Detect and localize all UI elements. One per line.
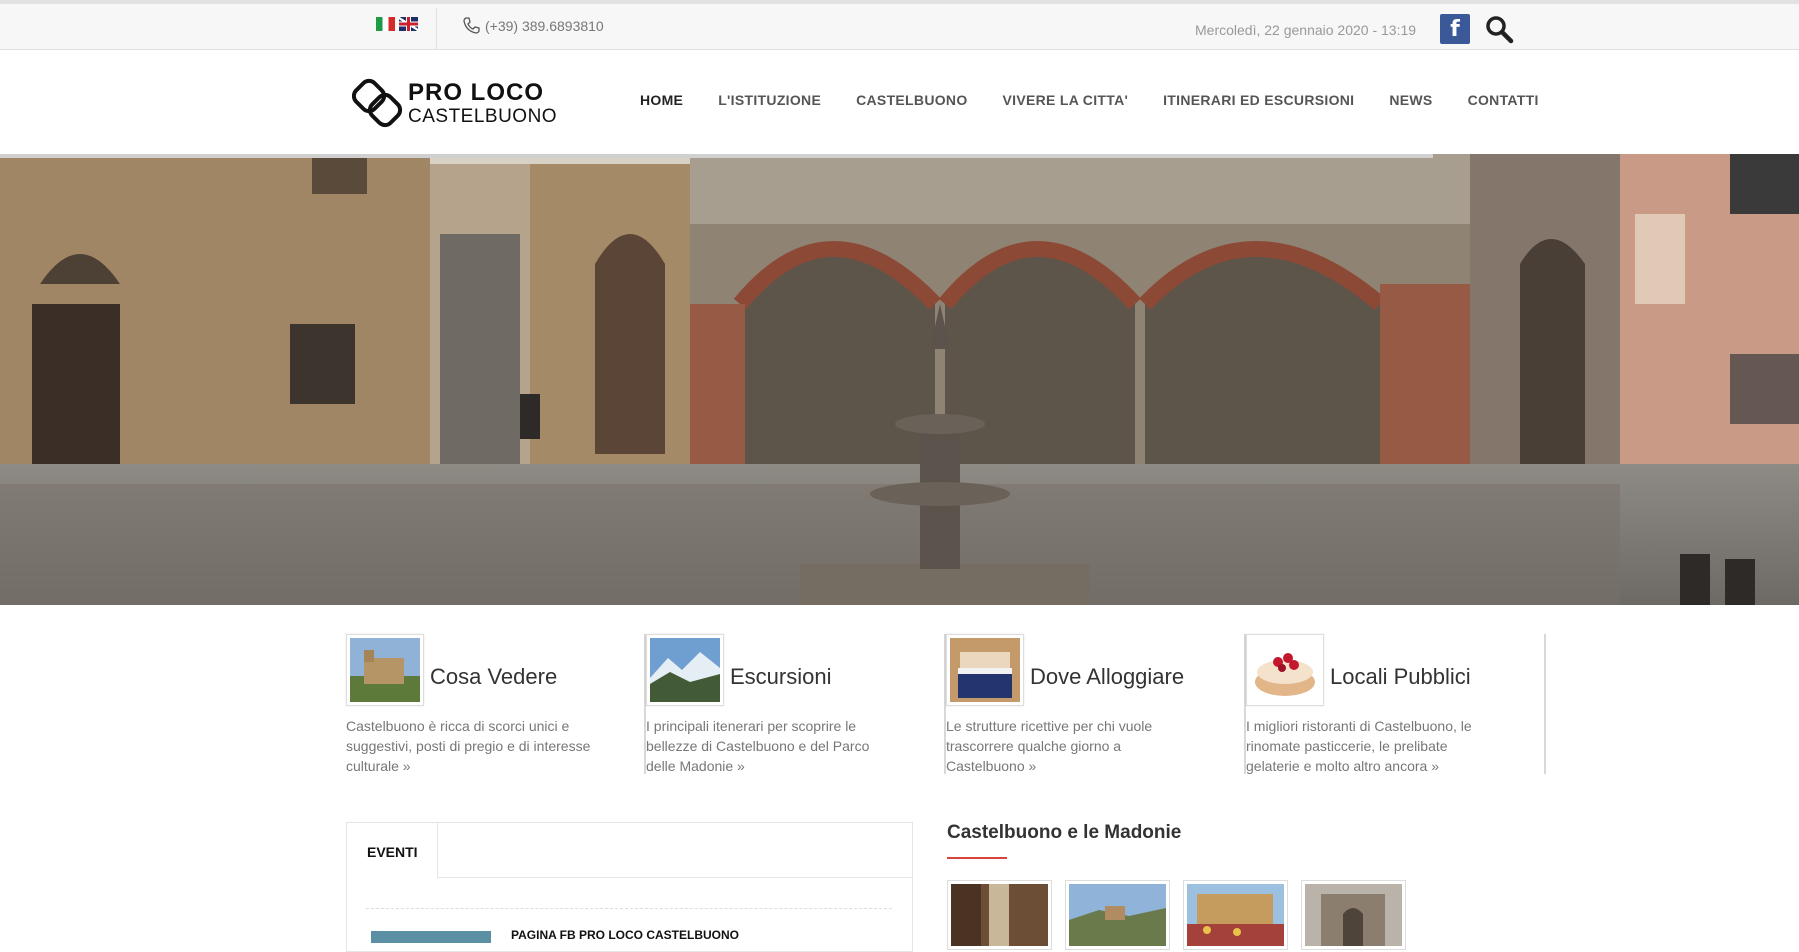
castle-image: [350, 638, 420, 702]
italian-flag-icon[interactable]: [376, 17, 395, 31]
top-bar: (+39) 389.6893810 Mercoledì, 22 gennaio …: [0, 0, 1799, 50]
gallery-item[interactable]: [947, 880, 1052, 950]
feature-description[interactable]: I migliori ristoranti di Castelbuono, le…: [1246, 716, 1496, 776]
phone-number: (+39) 389.6893810: [485, 18, 604, 34]
feature-boxes: Cosa Vedere Castelbuono è ricca di scorc…: [346, 634, 1546, 774]
castle-thumbnail[interactable]: [346, 634, 424, 706]
section-title: Castelbuono e le Madonie: [947, 822, 1182, 843]
church-image: [1305, 884, 1402, 946]
feature-title: Cosa Vedere: [430, 664, 558, 689]
feature-title: Locali Pubblici: [1330, 664, 1471, 689]
feature-description[interactable]: I principali itenerari per scoprire le b…: [646, 716, 896, 776]
hotel-room-thumbnail[interactable]: [946, 634, 1024, 706]
gallery-item[interactable]: [1301, 880, 1406, 950]
nav-item-castelbuono[interactable]: CASTELBUONO: [856, 92, 967, 108]
divider: [436, 8, 437, 50]
logo-subtitle: CASTELBUONO: [408, 105, 558, 127]
tab-eventi[interactable]: EVENTI: [346, 822, 438, 878]
current-date: Mercoledì, 22 gennaio 2020 - 13:19: [1195, 22, 1417, 38]
logo-rings-icon: [352, 78, 403, 128]
cake-image: [1250, 638, 1320, 702]
nav-item-istituzione[interactable]: L'ISTITUZIONE: [718, 92, 821, 108]
cake-thumbnail[interactable]: [1246, 634, 1324, 706]
feature-title: Dove Alloggiare: [1030, 664, 1185, 689]
facebook-icon[interactable]: f: [1440, 14, 1470, 44]
nav-item-vivere-la-citta[interactable]: VIVERE LA CITTA': [1003, 92, 1129, 108]
event-title[interactable]: PAGINA FB PRO LOCO CASTELBUONO: [511, 928, 739, 942]
search-icon: [1486, 16, 1514, 44]
feature-description[interactable]: Castelbuono è ricca di scorci unici e su…: [346, 716, 596, 776]
site-header: PRO LOCO CASTELBUONO HOME L'ISTITUZIONE …: [0, 50, 1799, 154]
piazza-photo: [0, 154, 1799, 605]
feature-locali-pubblici[interactable]: Locali Pubblici I migliori ristoranti di…: [1246, 634, 1546, 774]
festival-image: [1187, 884, 1284, 946]
hero-top-border: [0, 154, 1433, 158]
mountains-thumbnail[interactable]: [646, 634, 724, 706]
madonie-gallery: [947, 880, 1406, 950]
hero-image: [0, 154, 1799, 605]
gallery-item[interactable]: [1183, 880, 1288, 950]
street-image: [951, 884, 1048, 946]
site-logo[interactable]: PRO LOCO CASTELBUONO: [352, 78, 557, 128]
feature-dove-alloggiare[interactable]: Dove Alloggiare Le strutture ricettive p…: [946, 634, 1246, 774]
title-underline: [947, 857, 1007, 859]
feature-cosa-vedere[interactable]: Cosa Vedere Castelbuono è ricca di scorc…: [346, 634, 646, 774]
language-switcher: [376, 17, 418, 31]
search-button[interactable]: [1484, 14, 1514, 44]
logo-title: PRO LOCO: [408, 78, 545, 106]
nav-item-itinerari[interactable]: ITINERARI ED ESCURSIONI: [1163, 92, 1354, 108]
tab-border: [438, 877, 913, 878]
phone-icon: [463, 17, 480, 34]
phone-contact: (+39) 389.6893810: [461, 16, 604, 36]
feature-escursioni[interactable]: Escursioni I principali itenerari per sc…: [646, 634, 946, 774]
english-flag-icon[interactable]: [399, 17, 418, 31]
feature-title: Escursioni: [730, 664, 832, 689]
main-nav: HOME L'ISTITUZIONE CASTELBUONO VIVERE LA…: [640, 92, 1539, 108]
divider: [366, 908, 892, 909]
event-thumbnail[interactable]: [371, 931, 491, 943]
hotel-room-image: [950, 638, 1020, 702]
feature-description[interactable]: Le strutture ricettive per chi vuole tra…: [946, 716, 1196, 776]
mountains-image: [650, 638, 720, 702]
nav-item-home[interactable]: HOME: [640, 92, 683, 108]
nav-item-news[interactable]: NEWS: [1389, 92, 1432, 108]
gallery-item[interactable]: [1065, 880, 1170, 950]
nav-item-contatti[interactable]: CONTATTI: [1468, 92, 1539, 108]
town-view-image: [1069, 884, 1166, 946]
